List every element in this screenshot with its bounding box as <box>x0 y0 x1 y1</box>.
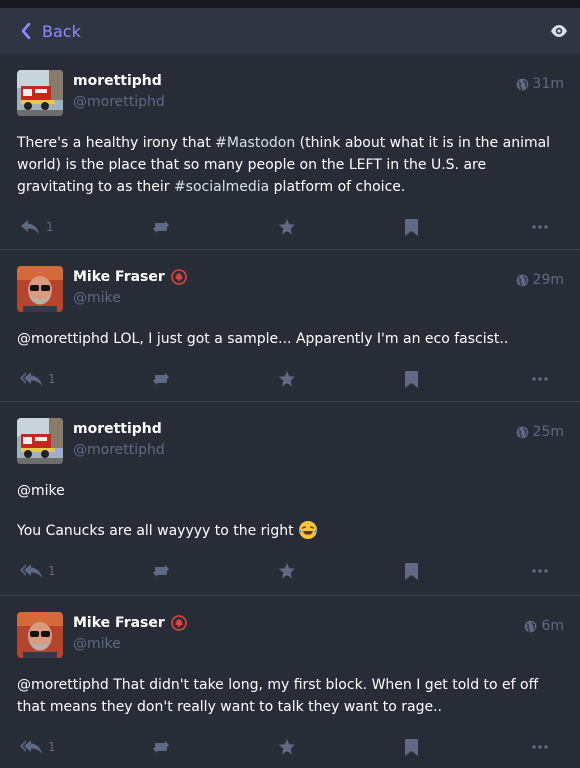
status-time[interactable]: 6m <box>524 618 564 634</box>
back-button[interactable]: Back <box>20 22 81 41</box>
bookmark-icon <box>405 370 418 388</box>
top-strip <box>0 0 580 8</box>
avatar[interactable] <box>17 266 63 312</box>
status-content: There's a healthy irony that #Mastodon (… <box>17 135 551 195</box>
column-header: Back <box>0 8 580 54</box>
account-handle[interactable]: @mike <box>73 636 187 652</box>
status-time[interactable]: 31m <box>516 76 564 92</box>
star-icon <box>279 739 295 755</box>
star-icon <box>279 371 295 387</box>
globe-icon <box>525 620 537 632</box>
avatar[interactable] <box>17 612 63 658</box>
maple-leaf-badge-icon <box>170 615 187 631</box>
ellipsis-icon <box>532 377 548 381</box>
bookmark-icon <box>405 562 418 580</box>
bookmark-button[interactable] <box>405 562 532 580</box>
status-actions: 1 <box>17 722 564 768</box>
avatar[interactable] <box>17 70 63 116</box>
reply-count: 1 <box>48 740 56 754</box>
reply-count: 1 <box>48 372 56 386</box>
eye-icon[interactable] <box>550 24 568 38</box>
status-content: @mike You Canucks are all wayyyy to the … <box>17 480 564 542</box>
more-button[interactable] <box>532 569 548 573</box>
favourite-button[interactable] <box>278 218 405 236</box>
display-name[interactable]: morettiphd <box>73 73 165 89</box>
favourite-button[interactable] <box>278 738 405 756</box>
ellipsis-icon <box>532 745 548 749</box>
ellipsis-icon <box>532 569 548 573</box>
avatar[interactable] <box>17 418 63 464</box>
display-name[interactable]: morettiphd <box>73 421 165 437</box>
favourite-button[interactable] <box>278 562 405 580</box>
status-time[interactable]: 25m <box>516 424 564 440</box>
retweet-icon <box>153 373 169 385</box>
status-item[interactable]: Mike Fraser @mike 6m @morettiphd That di… <box>0 596 580 768</box>
reply-count: 1 <box>46 220 54 234</box>
boost-button[interactable] <box>151 220 278 234</box>
thread-timeline: morettiphd @morettiphd 31m There's a hea… <box>0 54 580 768</box>
retweet-icon <box>153 221 169 233</box>
status-actions: 1 <box>17 354 564 404</box>
bookmark-icon <box>405 738 418 756</box>
retweet-icon <box>153 565 169 577</box>
back-label: Back <box>42 21 81 41</box>
status-content: @morettiphd LOL, I just got a sample... … <box>17 331 509 347</box>
status-item[interactable]: morettiphd @morettiphd 31m There's a hea… <box>0 54 580 250</box>
status-time[interactable]: 29m <box>516 272 564 288</box>
reply-button[interactable]: 1 <box>20 219 151 235</box>
mention-link[interactable]: @mike <box>17 480 564 502</box>
maple-leaf-badge-icon <box>170 269 187 285</box>
reply-icon <box>21 220 39 234</box>
boost-button[interactable] <box>151 564 278 578</box>
bookmark-icon <box>405 218 418 236</box>
bookmark-button[interactable] <box>405 370 532 388</box>
reply-all-icon <box>20 372 42 386</box>
hashtag-link[interactable]: #socialmedia <box>174 179 269 195</box>
status-item[interactable]: morettiphd @morettiphd 25m @mike You Can… <box>0 402 580 596</box>
status-actions: 1 <box>17 202 564 252</box>
chevron-left-icon <box>21 23 31 39</box>
retweet-icon <box>153 741 169 753</box>
status-content: @morettiphd That didn't take long, my fi… <box>17 677 539 715</box>
globe-icon <box>516 426 528 438</box>
account-handle[interactable]: @mike <box>73 290 187 306</box>
more-button[interactable] <box>532 745 548 749</box>
reply-all-icon <box>20 740 42 754</box>
boost-button[interactable] <box>151 740 278 754</box>
star-icon <box>279 563 295 579</box>
hashtag-link[interactable]: #Mastodon <box>215 135 295 151</box>
reply-count: 1 <box>48 564 56 578</box>
bookmark-button[interactable] <box>405 738 532 756</box>
laughing-tears-emoji-icon <box>299 521 318 539</box>
account-handle[interactable]: @morettiphd <box>73 94 165 110</box>
reply-button[interactable]: 1 <box>20 739 151 755</box>
star-icon <box>279 219 295 235</box>
more-button[interactable] <box>532 377 548 381</box>
reply-button[interactable]: 1 <box>20 563 151 579</box>
globe-icon <box>516 78 528 90</box>
display-name[interactable]: Mike Fraser <box>73 269 187 285</box>
reply-button[interactable]: 1 <box>20 371 151 387</box>
account-handle[interactable]: @morettiphd <box>73 442 165 458</box>
display-name[interactable]: Mike Fraser <box>73 615 187 631</box>
reply-all-icon <box>20 564 42 578</box>
globe-icon <box>516 274 528 286</box>
ellipsis-icon <box>532 225 548 229</box>
status-item[interactable]: Mike Fraser @mike 29m @morettiphd LOL, I… <box>0 250 580 402</box>
status-actions: 1 <box>17 546 564 596</box>
more-button[interactable] <box>532 225 548 229</box>
boost-button[interactable] <box>151 372 278 386</box>
favourite-button[interactable] <box>278 370 405 388</box>
bookmark-button[interactable] <box>405 218 532 236</box>
